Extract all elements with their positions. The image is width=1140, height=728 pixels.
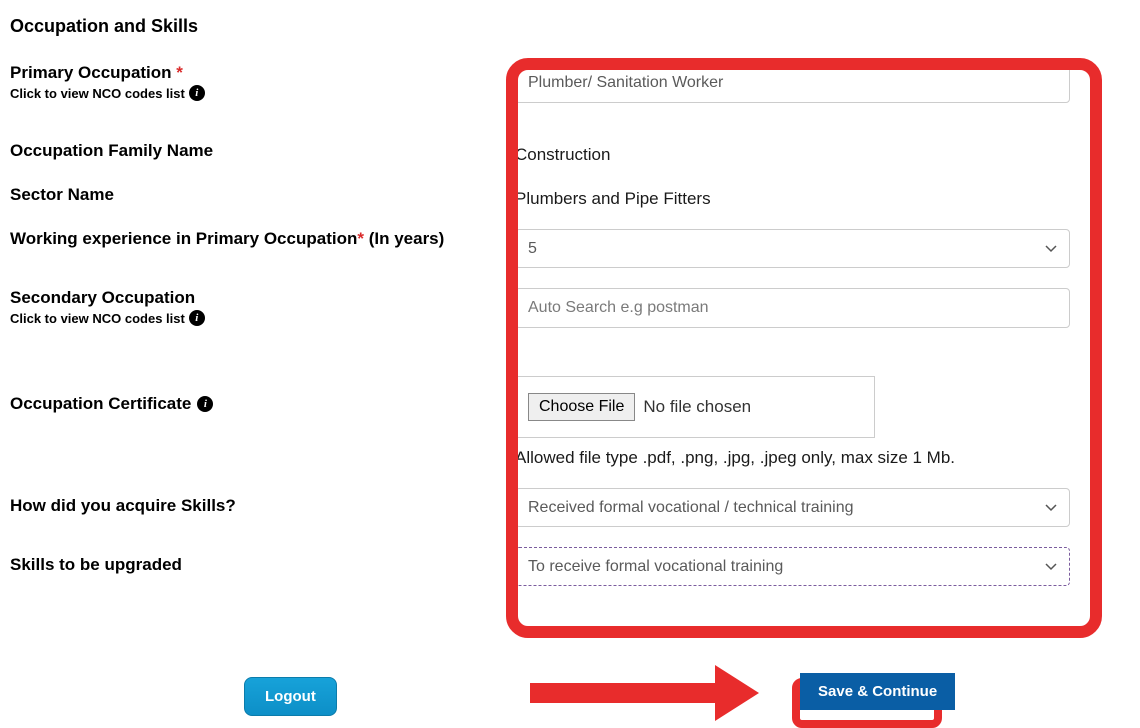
nco-codes-link-secondary[interactable]: Click to view NCO codes list — [10, 311, 185, 326]
sector-name-label: Sector Name — [10, 185, 495, 205]
required-asterisk: * — [357, 229, 364, 248]
acquire-skills-label: How did you acquire Skills? — [10, 496, 495, 516]
experience-label: Working experience in Primary Occupation… — [10, 229, 495, 249]
sector-name-value: Plumbers and Pipe Fitters — [515, 185, 1130, 209]
file-hint: Allowed file type .pdf, .png, .jpg, .jpe… — [515, 448, 1130, 468]
file-input-wrap: Choose File No file chosen — [515, 376, 875, 438]
upgrade-skills-select[interactable]: To receive formal vocational training — [515, 547, 1070, 586]
info-icon[interactable]: i — [197, 396, 213, 412]
experience-select[interactable]: 5 — [515, 229, 1070, 268]
primary-occupation-input[interactable] — [515, 63, 1070, 103]
info-icon[interactable]: i — [189, 85, 205, 101]
choose-file-button[interactable]: Choose File — [528, 393, 635, 421]
nco-codes-link[interactable]: Click to view NCO codes list — [10, 86, 185, 101]
info-icon[interactable]: i — [189, 310, 205, 326]
secondary-occupation-input[interactable] — [515, 288, 1070, 328]
required-asterisk: * — [176, 63, 183, 82]
acquire-skills-select[interactable]: Received formal vocational / technical t… — [515, 488, 1070, 527]
section-title: Occupation and Skills — [10, 16, 1130, 37]
secondary-occupation-label: Secondary Occupation — [10, 288, 495, 308]
file-status: No file chosen — [643, 397, 751, 417]
occupation-family-label: Occupation Family Name — [10, 141, 495, 161]
occupation-family-value: Construction — [515, 141, 1130, 165]
save-continue-button[interactable]: Save & Continue — [800, 673, 955, 710]
primary-occupation-label: Primary Occupation * — [10, 63, 495, 83]
upgrade-skills-label: Skills to be upgraded — [10, 555, 495, 575]
logout-button[interactable]: Logout — [244, 677, 337, 716]
certificate-label: Occupation Certificate i — [10, 394, 495, 414]
